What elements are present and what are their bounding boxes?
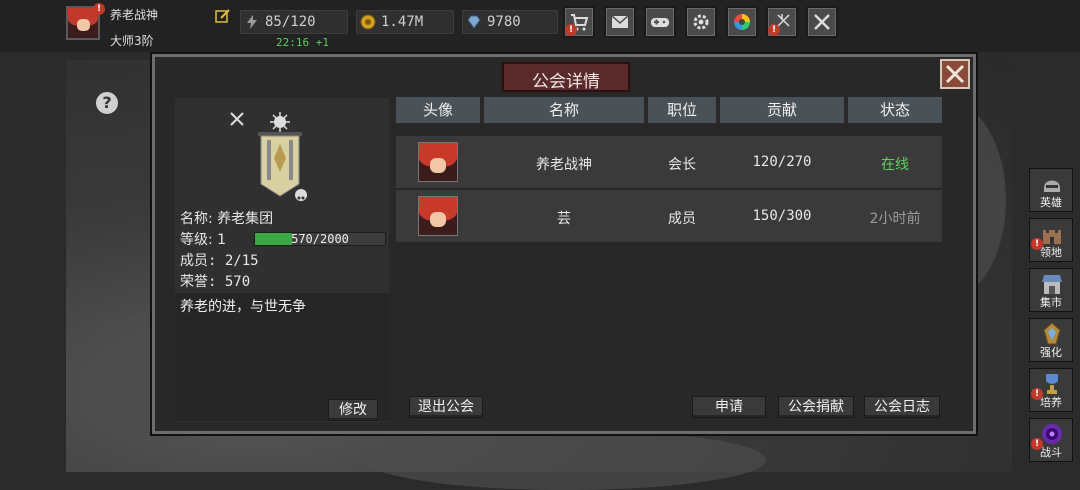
alert-badge: ! [93, 3, 105, 15]
table-row[interactable]: 养老战神 会长 120/270 在线 [396, 136, 942, 188]
member-avatar[interactable] [418, 142, 458, 182]
crossed-swords-icon[interactable] [806, 6, 838, 38]
alert-badge: ! [565, 24, 577, 36]
alert-badge: ! [1031, 388, 1043, 400]
member-contribution: 150/300 [752, 208, 812, 224]
remove-icon[interactable] [228, 110, 246, 128]
lightning-icon [244, 14, 260, 30]
guild-members: 成员: 2/15 [180, 253, 259, 269]
close-button[interactable] [940, 59, 970, 89]
member-status: 2小时前 [869, 211, 921, 227]
mail-icon[interactable] [604, 6, 636, 38]
stamina-box: 85/120 [240, 10, 348, 34]
color-wheel-icon[interactable] [726, 6, 758, 38]
alert-badge: ! [768, 24, 780, 36]
helmet-icon [1044, 180, 1060, 192]
leave-guild-button[interactable]: 退出公会 [409, 396, 483, 418]
edit-guild-button[interactable]: 修改 [328, 399, 378, 421]
guild-xp-text: 570/2000 [291, 232, 349, 246]
guild-level: 等级: 1 [180, 232, 227, 248]
trophy-icon [1046, 374, 1058, 394]
gold-value: 1.47M [381, 14, 424, 30]
header-contribution: 贡献 [720, 97, 844, 123]
diamond-box: 9780 [462, 10, 558, 34]
stamina-value: 85/120 [265, 14, 316, 30]
guild-name: 名称: 养老集团 [180, 211, 274, 227]
castle-icon [1043, 230, 1061, 244]
enhance-crystal-icon [1043, 322, 1061, 345]
emblem-edit-icon[interactable] [294, 188, 308, 202]
member-position: 会长 [668, 157, 696, 173]
side-menu-heroes[interactable]: 英雄 [1029, 168, 1073, 212]
close-icon [945, 64, 965, 84]
gamepad-icon[interactable] [644, 6, 676, 38]
table-row[interactable]: 芸 成员 150/300 2小时前 [396, 190, 942, 242]
top-bar: ! 养老战神 大师3阶 85/120 22:16 +1 1.47M 9780 ! [0, 0, 1080, 52]
guild-motto: 养老的进，与世无争 [180, 299, 306, 315]
coin-icon [360, 14, 376, 30]
alert-badge: ! [1031, 438, 1043, 450]
guild-xp-bar: 570/2000 [254, 232, 386, 246]
side-menu-label: 集市 [1040, 296, 1062, 309]
member-contribution: 120/270 [752, 154, 812, 170]
member-status: 在线 [881, 157, 909, 173]
diamond-value: 9780 [487, 14, 521, 30]
side-menu-market[interactable]: 集市 [1029, 268, 1073, 312]
member-name: 养老战神 [536, 157, 592, 173]
gear-icon[interactable] [685, 6, 717, 38]
stamina-timer: 22:16 +1 [276, 36, 329, 49]
member-position: 成员 [668, 211, 696, 227]
member-avatar[interactable] [418, 196, 458, 236]
guild-honor: 荣誉: 570 [180, 274, 251, 290]
header-name: 名称 [484, 97, 644, 123]
side-menu-label: 强化 [1040, 346, 1062, 359]
market-stall-icon [1042, 275, 1062, 294]
side-menu-enhance[interactable]: 强化 [1029, 318, 1073, 362]
guild-banner-emblem [252, 110, 308, 200]
header-status: 状态 [848, 97, 942, 123]
guild-log-button[interactable]: 公会日志 [864, 396, 940, 418]
gold-box: 1.47M [356, 10, 454, 34]
player-name: 养老战神 [110, 8, 159, 22]
header-avatar: 头像 [396, 97, 480, 123]
dialog-title: 公会详情 [532, 72, 600, 92]
side-menu-label: 英雄 [1040, 196, 1062, 209]
apply-button[interactable]: 申请 [692, 396, 766, 418]
dialog-title-banner: 公会详情 [502, 62, 630, 92]
header-position: 职位 [648, 97, 716, 123]
edit-name-icon[interactable] [215, 8, 231, 24]
diamond-icon [466, 14, 482, 30]
alert-badge: ! [1031, 238, 1043, 250]
member-name: 芸 [557, 211, 571, 227]
vortex-icon [1042, 424, 1062, 444]
player-rank: 大师3阶 [110, 34, 154, 48]
donate-button[interactable]: 公会捐献 [778, 396, 854, 418]
help-icon[interactable]: ? [94, 90, 120, 116]
